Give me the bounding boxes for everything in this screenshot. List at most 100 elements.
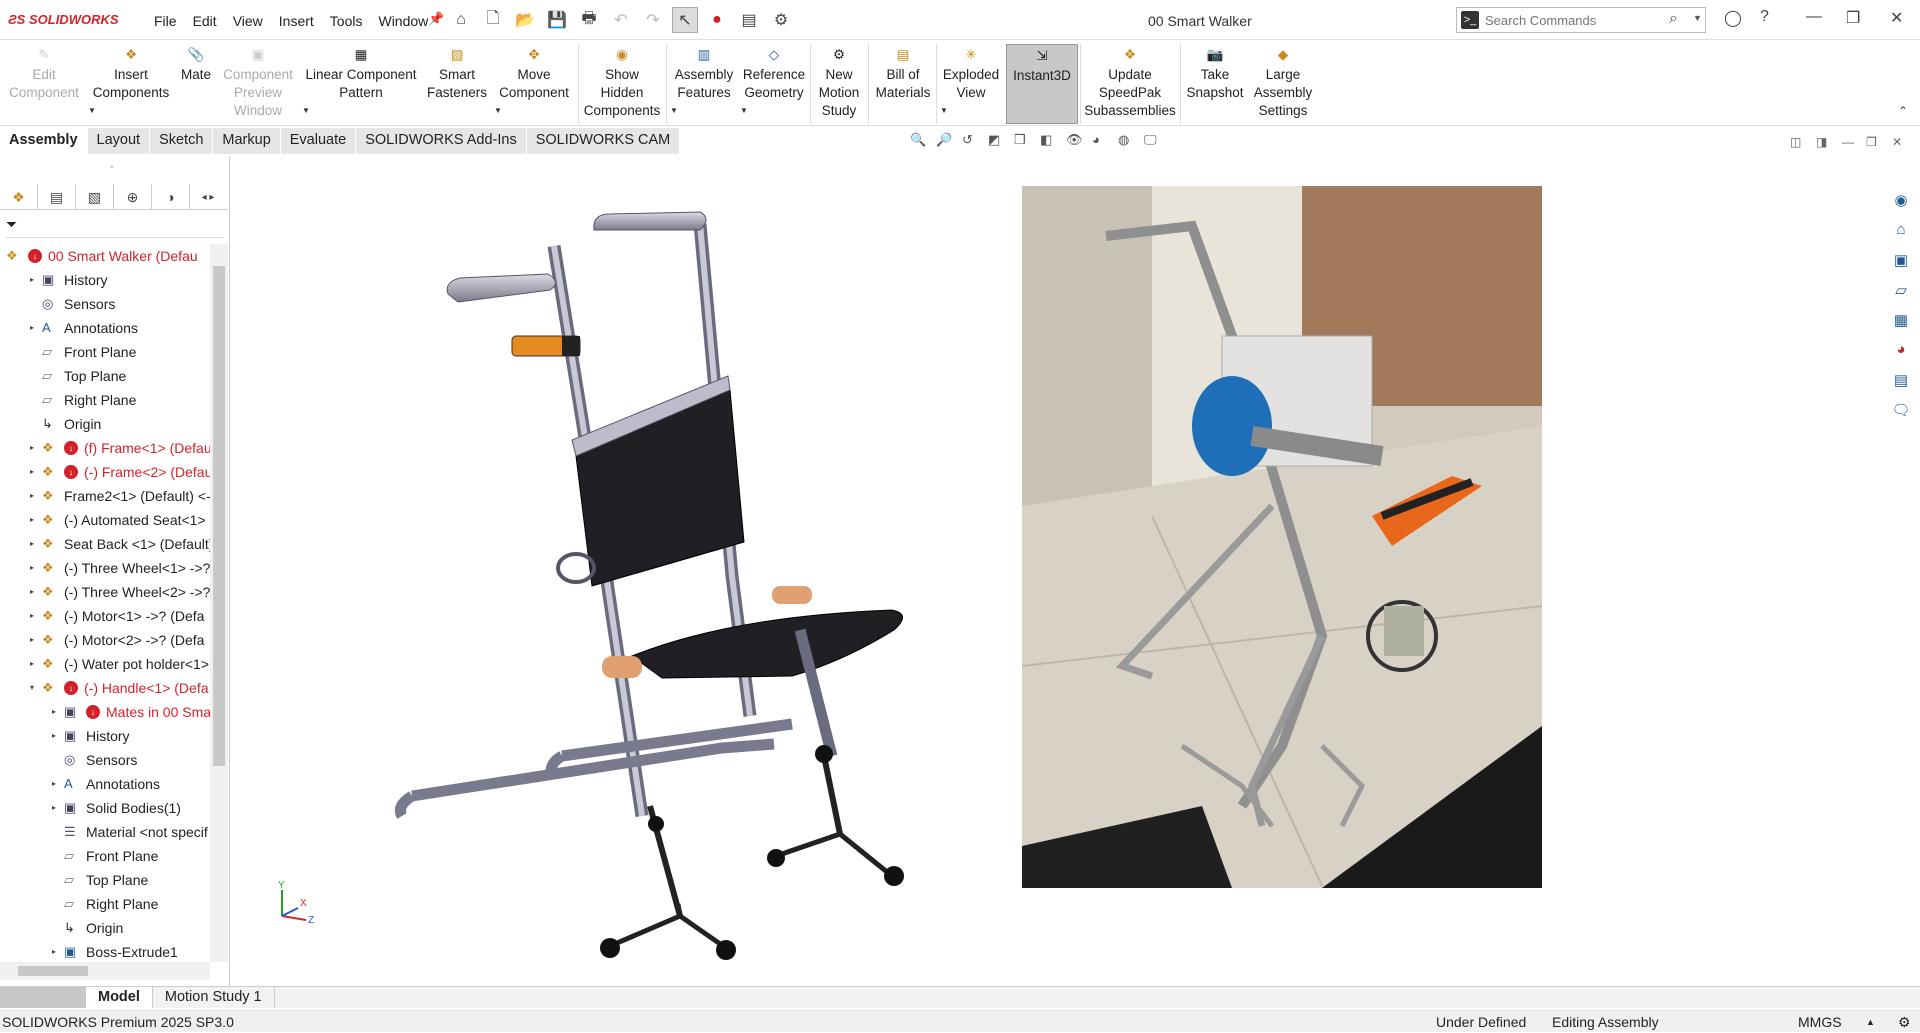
tree-item[interactable]: ↳ Origin: [0, 412, 210, 436]
tree-item[interactable]: ▸ A Annotations: [0, 772, 210, 796]
forum-icon[interactable]: 🗨: [1888, 396, 1914, 423]
property-manager-tab-icon[interactable]: ▤: [38, 184, 76, 210]
appearances-icon[interactable]: ◕: [1888, 336, 1914, 363]
hide-show-items-icon[interactable]: 👁: [1066, 132, 1084, 150]
tree-item[interactable]: ▸ ❖ (-) Motor<1> ->? (Defa: [0, 604, 210, 628]
exploded-view-button[interactable]: ✳ Exploded View ▼: [940, 44, 1002, 124]
menu-insert[interactable]: Insert: [271, 13, 322, 29]
tree-item[interactable]: ▱ Top Plane: [0, 868, 210, 892]
collapse-arrow-icon[interactable]: ▾: [30, 676, 40, 700]
expand-arrow-icon[interactable]: ▸: [52, 700, 62, 724]
expand-arrow-icon[interactable]: ▸: [30, 532, 40, 556]
search-input[interactable]: [1485, 11, 1655, 29]
graphics-area-model[interactable]: Y Z X: [232, 156, 1022, 984]
pin-icon[interactable]: 📌: [428, 11, 444, 27]
smart-fasteners-button[interactable]: ▧ Smart Fasteners: [424, 44, 490, 124]
tree-vertical-scrollbar[interactable]: [210, 244, 228, 962]
water-pot-holder[interactable]: [556, 552, 596, 584]
tree-item[interactable]: ▸ ❖ (-) Three Wheel<1> ->?: [0, 556, 210, 580]
tree-item[interactable]: ▱ Front Plane: [0, 340, 210, 364]
menu-view[interactable]: View: [225, 13, 271, 29]
tree-item[interactable]: ▸ ▣ Boss-Extrude1: [0, 940, 210, 962]
search-dropdown-icon[interactable]: ▼: [1693, 13, 1702, 23]
tab-motion-study-1[interactable]: Motion Study 1: [153, 987, 275, 1008]
tab-addins[interactable]: SOLIDWORKS Add-Ins: [356, 128, 527, 154]
tree-item[interactable]: ▸ ❖ (-) Water pot holder<1>: [0, 652, 210, 676]
tree-item[interactable]: ▸ ▣ History: [0, 268, 210, 292]
quick-tips-icon[interactable]: ⚙: [1898, 1011, 1911, 1033]
solidworks-resources-icon[interactable]: ◉: [1888, 186, 1914, 213]
walker-model[interactable]: [394, 211, 904, 960]
expand-arrow-icon[interactable]: ▸: [30, 316, 40, 340]
save-icon[interactable]: 💾: [544, 7, 570, 33]
traffic-light-icon[interactable]: ●: [704, 7, 730, 33]
new-document-icon[interactable]: 🗋: [480, 7, 506, 33]
tree-item[interactable]: ▸ A Annotations: [0, 316, 210, 340]
menu-edit[interactable]: Edit: [185, 13, 225, 29]
custom-properties-icon[interactable]: ▤: [1888, 366, 1914, 393]
mate-button[interactable]: 📎 Mate: [176, 44, 216, 124]
expand-arrow-icon[interactable]: ▸: [30, 484, 40, 508]
three-wheel-2[interactable]: [767, 745, 904, 886]
collapse-ribbon-icon[interactable]: ⌃: [1898, 104, 1908, 118]
tree-item[interactable]: ▸ ❖ Frame2<1> (Default) <-: [0, 484, 210, 508]
expand-arrow-icon[interactable]: ▸: [30, 508, 40, 532]
expand-arrow-icon[interactable]: ▸: [30, 604, 40, 628]
tree-item[interactable]: ▸ ❖ (-) Three Wheel<2> ->?: [0, 580, 210, 604]
units-dropdown-icon[interactable]: ▲: [1866, 1011, 1875, 1033]
update-speedpak-button[interactable]: ❖ Update SpeedPak Subassemblies: [1084, 44, 1176, 124]
section-view-icon[interactable]: ◩: [988, 132, 1006, 150]
search-icon[interactable]: ⌕: [1669, 10, 1678, 28]
tree-horizontal-scrollbar[interactable]: [0, 962, 210, 980]
tree-item[interactable]: ▸ ❖ ↓ (f) Frame<1> (Defau: [0, 436, 210, 460]
tab-markup[interactable]: Markup: [213, 128, 281, 154]
file-explorer-icon[interactable]: ▱: [1888, 276, 1914, 303]
tree-item[interactable]: ▸ ❖ (-) Automated Seat<1>: [0, 508, 210, 532]
tree-item[interactable]: ▸ ▣ Solid Bodies(1): [0, 796, 210, 820]
tree-item[interactable]: ▸ ❖ Seat Back <1> (Default): [0, 532, 210, 556]
menu-tools[interactable]: Tools: [322, 13, 371, 29]
apply-scene-icon[interactable]: ◍: [1118, 132, 1136, 150]
panel-grip-icon[interactable]: ◦: [110, 162, 114, 173]
search-box[interactable]: >_ ⌕ ▼: [1456, 7, 1706, 33]
caret-down-icon[interactable]: ▼: [302, 102, 310, 120]
right-handle-grip[interactable]: [593, 211, 707, 231]
bill-of-materials-button[interactable]: ▤ Bill of Materials: [872, 44, 934, 124]
dimxpert-tab-icon[interactable]: ⊕: [114, 184, 152, 210]
restore-icon[interactable]: ❐: [1846, 8, 1860, 28]
expand-arrow-icon[interactable]: ▸: [52, 724, 62, 748]
instant3d-button[interactable]: ⇲ Instant3D: [1006, 44, 1078, 124]
help-icon[interactable]: ?: [1760, 8, 1769, 26]
3d-components-icon[interactable]: ▣: [1888, 246, 1914, 273]
feature-manager-tab-icon[interactable]: ❖: [0, 184, 38, 210]
caret-down-icon[interactable]: ▼: [940, 102, 948, 120]
tree-item[interactable]: ▸ ▣ ↓ Mates in 00 Smar: [0, 700, 210, 724]
open-icon[interactable]: 📂: [512, 7, 538, 33]
expand-arrow-icon[interactable]: ▸: [30, 628, 40, 652]
close-icon[interactable]: ✕: [1890, 8, 1903, 28]
expand-arrow-icon[interactable]: ▸: [52, 772, 62, 796]
print-icon[interactable]: 🖶: [576, 7, 602, 33]
caret-down-icon[interactable]: ▼: [88, 102, 96, 120]
design-library-icon[interactable]: ⌂: [1888, 216, 1914, 243]
three-wheel-1[interactable]: [600, 805, 736, 960]
previous-view-icon[interactable]: ↺: [962, 132, 980, 150]
insert-components-button[interactable]: ❖ Insert Components ▼: [88, 44, 174, 124]
units-selector[interactable]: MMGS: [1798, 1011, 1842, 1033]
expand-arrow-icon[interactable]: ▸: [30, 268, 40, 292]
tabs-scroll-icon[interactable]: ◂ ▸: [190, 184, 226, 210]
tree-item[interactable]: ☰ Material <not specif: [0, 820, 210, 844]
edit-appearance-icon[interactable]: ◕: [1092, 132, 1110, 150]
caret-down-icon[interactable]: ▼: [494, 102, 502, 120]
tree-item[interactable]: ❖ ↓ 00 Smart Walker (Defau: [0, 244, 210, 268]
move-component-button[interactable]: ✥ Move Component ▼: [494, 44, 574, 124]
reference-geometry-button[interactable]: ◇ Reference Geometry ▼: [740, 44, 808, 124]
tree-item[interactable]: ▱ Right Plane: [0, 892, 210, 916]
tree-item[interactable]: ▸ ▣ History: [0, 724, 210, 748]
large-assembly-settings-button[interactable]: ◆ Large Assembly Settings: [1250, 44, 1316, 124]
tab-model[interactable]: Model: [86, 987, 153, 1008]
seat[interactable]: [630, 609, 903, 679]
scrollbar-thumb[interactable]: [213, 266, 225, 766]
expand-arrow-icon[interactable]: ▸: [30, 652, 40, 676]
left-handle-grip[interactable]: [446, 273, 556, 303]
